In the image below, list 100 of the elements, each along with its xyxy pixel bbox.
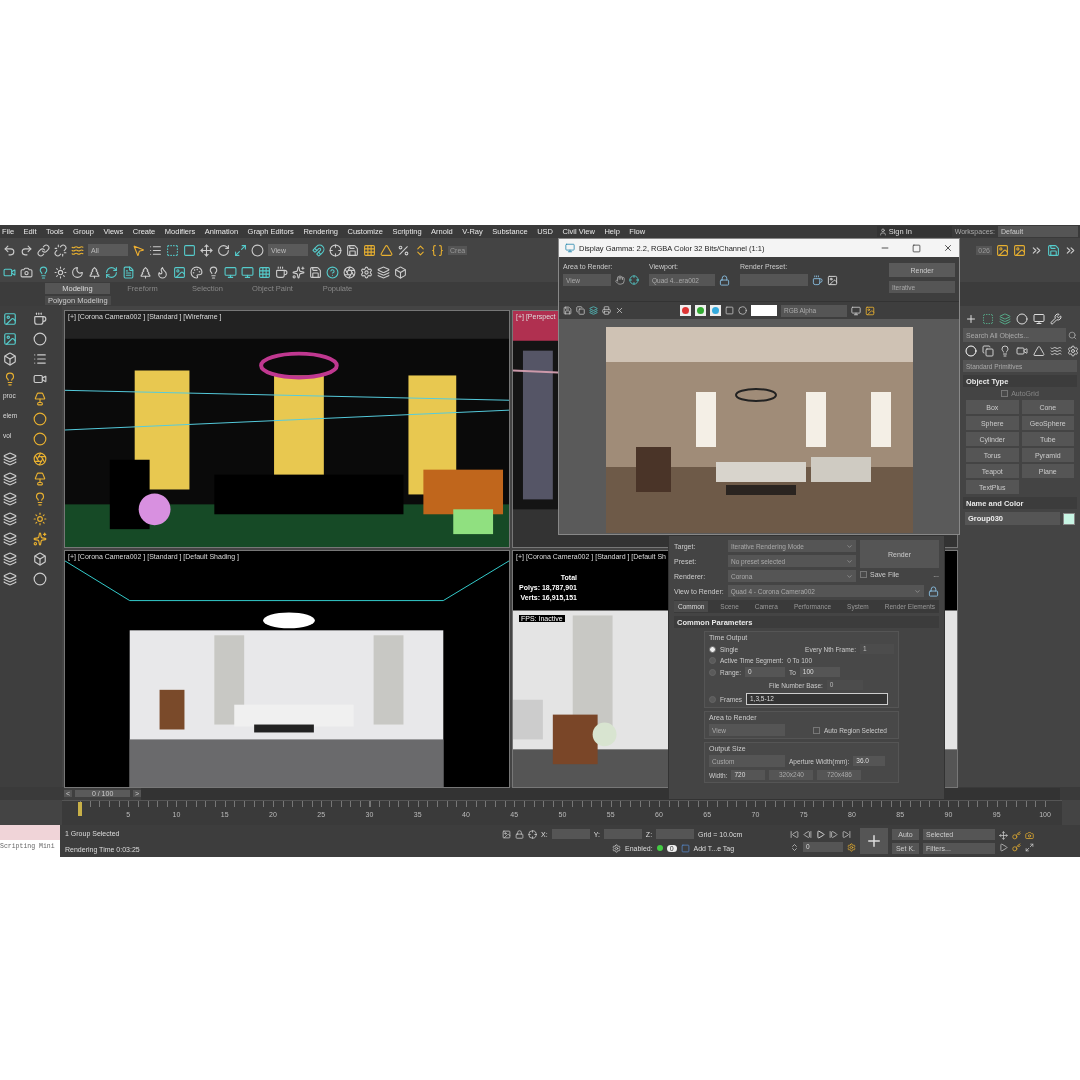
pan-icon[interactable] bbox=[999, 830, 1008, 840]
transform-icon[interactable] bbox=[528, 829, 537, 839]
image-icon[interactable] bbox=[3, 332, 17, 346]
lamp-icon[interactable] bbox=[33, 392, 47, 406]
spinner-icon[interactable] bbox=[414, 243, 427, 257]
refresh-icon[interactable] bbox=[105, 265, 118, 279]
lightbulb-icon[interactable] bbox=[3, 372, 17, 386]
document-icon[interactable] bbox=[122, 265, 135, 279]
x-field[interactable] bbox=[551, 829, 590, 840]
cube-icon[interactable] bbox=[33, 552, 47, 566]
layers-icon[interactable] bbox=[377, 265, 390, 279]
save-icon[interactable] bbox=[309, 265, 322, 279]
radio-button[interactable] bbox=[709, 645, 716, 653]
monitor-icon[interactable] bbox=[224, 265, 237, 279]
image-icon[interactable] bbox=[3, 312, 17, 326]
close-icon[interactable] bbox=[943, 243, 953, 253]
key-icon[interactable] bbox=[1012, 842, 1021, 852]
key-icon[interactable] bbox=[1012, 830, 1021, 840]
stack-icon[interactable] bbox=[3, 512, 17, 526]
rotate-icon[interactable] bbox=[217, 243, 230, 257]
link-icon[interactable] bbox=[37, 243, 50, 257]
lights-icon[interactable] bbox=[999, 345, 1011, 357]
box-icon[interactable] bbox=[3, 352, 17, 366]
display-icon[interactable] bbox=[1033, 313, 1045, 325]
create-icon[interactable] bbox=[965, 313, 977, 325]
checkbox[interactable] bbox=[1001, 390, 1009, 397]
color-swatch[interactable] bbox=[1063, 512, 1075, 525]
grid-icon[interactable] bbox=[363, 243, 376, 257]
save-icon[interactable] bbox=[346, 243, 359, 257]
lock-icon[interactable] bbox=[927, 585, 939, 597]
checkbox[interactable] bbox=[813, 726, 820, 734]
wave-icon[interactable] bbox=[71, 243, 84, 257]
settings-icon[interactable] bbox=[360, 265, 373, 279]
cameras-icon[interactable] bbox=[1016, 345, 1028, 357]
play-icon[interactable] bbox=[816, 830, 825, 839]
unlink-icon[interactable] bbox=[54, 243, 67, 257]
aperture-icon[interactable] bbox=[343, 265, 356, 279]
sun-icon[interactable] bbox=[54, 265, 67, 279]
lamp-icon[interactable] bbox=[33, 472, 47, 486]
time-marker[interactable] bbox=[78, 802, 82, 816]
lightbulb-icon[interactable] bbox=[33, 492, 47, 506]
camera-icon[interactable] bbox=[20, 265, 33, 279]
undo-icon[interactable] bbox=[3, 243, 16, 257]
shapes-icon[interactable] bbox=[982, 345, 994, 357]
radio-button[interactable] bbox=[709, 668, 716, 676]
radio-button[interactable] bbox=[709, 657, 716, 664]
bulb-icon[interactable] bbox=[207, 265, 220, 279]
stack-icon[interactable] bbox=[3, 492, 17, 506]
braces-icon[interactable] bbox=[431, 243, 444, 257]
stack-icon[interactable] bbox=[3, 552, 17, 566]
magnet-icon[interactable] bbox=[312, 243, 325, 257]
hand-icon[interactable] bbox=[615, 275, 625, 285]
go-to-start-icon[interactable] bbox=[790, 830, 799, 839]
camera-icon[interactable] bbox=[1025, 830, 1034, 840]
grid-icon[interactable] bbox=[258, 265, 271, 279]
box-icon[interactable] bbox=[394, 265, 407, 279]
stack-icon[interactable] bbox=[3, 532, 17, 546]
radio-button[interactable] bbox=[709, 695, 716, 703]
lock-icon[interactable] bbox=[515, 829, 524, 839]
angle-icon[interactable] bbox=[380, 243, 393, 257]
camera-icon[interactable] bbox=[33, 372, 47, 386]
dashed-square-icon[interactable] bbox=[166, 243, 179, 257]
list-icon[interactable] bbox=[33, 352, 47, 366]
stack-icon[interactable] bbox=[3, 452, 17, 466]
adaptive-icon[interactable] bbox=[612, 843, 621, 853]
tree-icon[interactable] bbox=[139, 265, 152, 279]
set-key-button[interactable] bbox=[860, 828, 888, 854]
previous-frame-icon[interactable] bbox=[803, 830, 812, 839]
list-icon[interactable] bbox=[149, 243, 162, 257]
crosshair-icon[interactable] bbox=[329, 243, 342, 257]
flame-icon[interactable] bbox=[156, 265, 169, 279]
square-icon[interactable] bbox=[183, 243, 196, 257]
isolate-icon[interactable] bbox=[502, 829, 511, 839]
maximize-icon[interactable] bbox=[1025, 842, 1034, 852]
lightbulb-icon[interactable] bbox=[37, 265, 50, 279]
image-icon[interactable] bbox=[173, 265, 186, 279]
exposure-icon[interactable] bbox=[827, 274, 838, 286]
percent-icon[interactable] bbox=[397, 243, 410, 257]
redo-icon[interactable] bbox=[20, 243, 33, 257]
burst-icon[interactable] bbox=[33, 532, 47, 546]
sparkle-icon[interactable] bbox=[292, 265, 305, 279]
go-to-end-icon[interactable] bbox=[842, 830, 851, 839]
moon-icon[interactable] bbox=[71, 265, 84, 279]
palette-icon[interactable] bbox=[190, 265, 203, 279]
tree-icon[interactable] bbox=[88, 265, 101, 279]
modify-icon[interactable] bbox=[982, 313, 994, 325]
utilities-icon[interactable] bbox=[1050, 313, 1062, 325]
help-icon[interactable] bbox=[326, 265, 339, 279]
select-icon[interactable] bbox=[132, 243, 145, 257]
stack-icon[interactable] bbox=[3, 572, 17, 586]
monitor-icon[interactable] bbox=[241, 265, 254, 279]
y-field[interactable] bbox=[603, 829, 642, 840]
scale-icon[interactable] bbox=[234, 243, 247, 257]
maximize-icon[interactable] bbox=[912, 243, 921, 253]
region-icon[interactable] bbox=[629, 275, 639, 285]
lock-icon[interactable] bbox=[719, 274, 730, 286]
z-field[interactable] bbox=[656, 829, 695, 840]
stack-icon[interactable] bbox=[3, 472, 17, 486]
sun-icon[interactable] bbox=[33, 512, 47, 526]
key-mode-icon[interactable] bbox=[790, 842, 799, 852]
